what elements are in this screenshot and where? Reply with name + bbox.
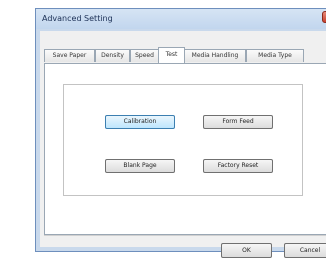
tab-density[interactable]: Density	[95, 49, 130, 62]
test-actions-group: Calibration Form Feed Blank Page Factory…	[63, 84, 303, 196]
tab-media-handling[interactable]: Media Handling	[184, 49, 246, 62]
blank-page-button[interactable]: Blank Page	[105, 159, 175, 173]
test-tab-panel: Calibration Form Feed Blank Page Factory…	[44, 63, 326, 235]
form-feed-button[interactable]: Form Feed	[203, 115, 273, 129]
tab-save-paper[interactable]: Save Paper	[44, 49, 95, 62]
tab-strip: Save Paper Density Speed Test Media Hand…	[44, 47, 326, 63]
calibration-button[interactable]: Calibration	[105, 115, 175, 129]
dialog-title: Advanced Setting	[42, 14, 113, 23]
footer-separator	[44, 235, 326, 236]
tab-test[interactable]: Test	[158, 47, 185, 63]
advanced-setting-dialog: Advanced Setting Save Paper Density Spee…	[35, 8, 326, 258]
tab-media-type[interactable]: Media Type	[246, 49, 304, 62]
dialog-body: Save Paper Density Speed Test Media Hand…	[40, 31, 326, 258]
factory-reset-button[interactable]: Factory Reset	[203, 159, 273, 173]
title-bar: Advanced Setting	[36, 9, 326, 29]
tab-speed[interactable]: Speed	[130, 49, 159, 62]
close-button[interactable]	[322, 11, 326, 23]
